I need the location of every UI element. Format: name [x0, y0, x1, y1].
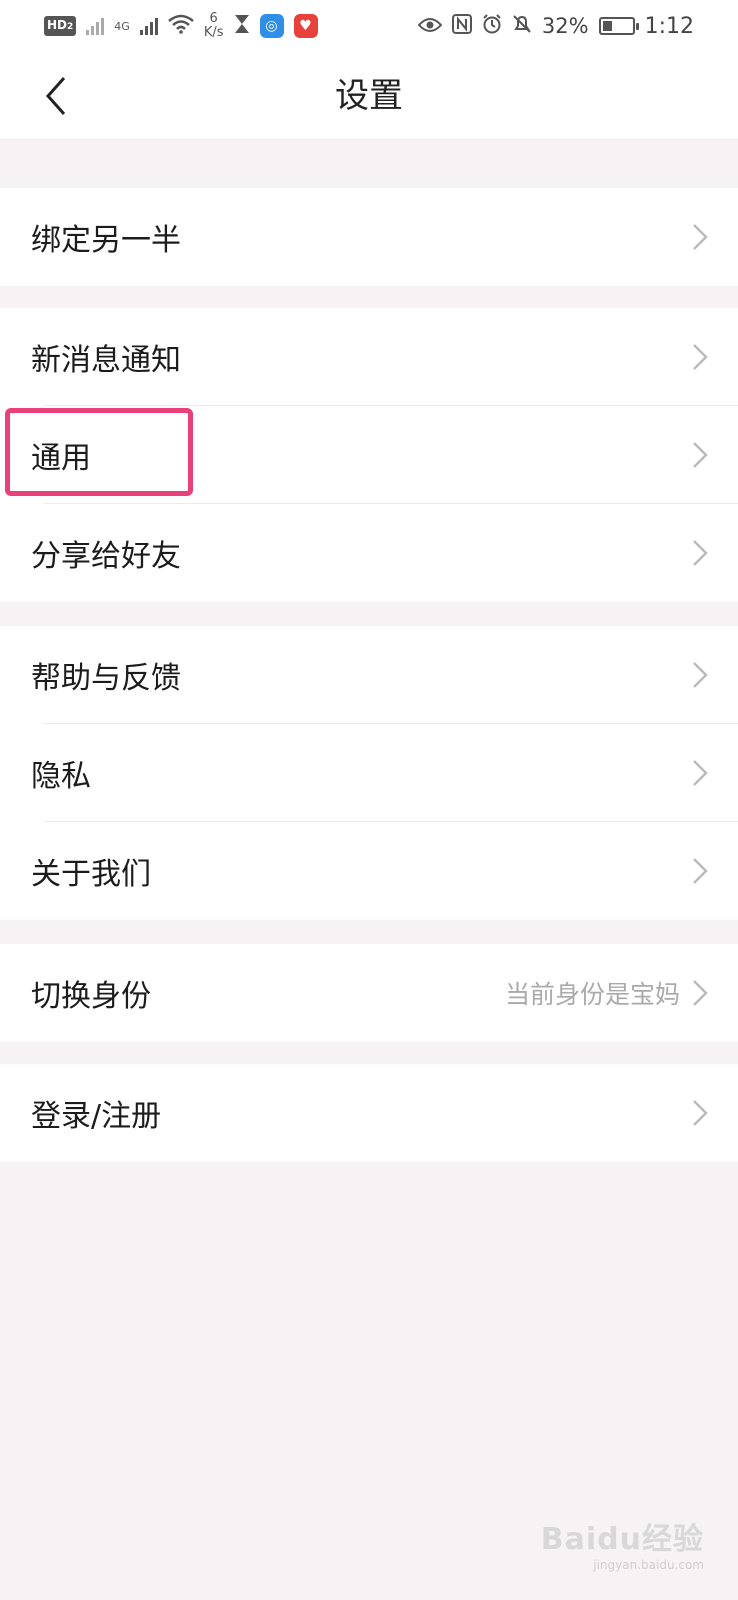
- settings-group-identity: 切换身份 当前身份是宝妈: [0, 944, 738, 1042]
- settings-row-help-feedback[interactable]: 帮助与反馈: [0, 626, 738, 724]
- row-label: 隐私: [31, 759, 91, 794]
- watermark-url: jingyan.baidu.com: [593, 1558, 704, 1572]
- chevron-right-icon: [692, 979, 708, 1007]
- clock: 1:12: [644, 13, 694, 39]
- row-label: 分享给好友: [31, 539, 181, 574]
- chevron-right-icon: [692, 223, 708, 251]
- settings-row-privacy[interactable]: 隐私: [0, 724, 738, 822]
- page-title: 设置: [335, 76, 403, 116]
- chevron-right-icon: [692, 759, 708, 787]
- baidu-watermark: Baidu经验 jingyan.baidu.com: [541, 1514, 704, 1572]
- battery-percent: 32%: [541, 14, 589, 38]
- settings-row-about[interactable]: 关于我们: [0, 822, 738, 920]
- settings-group-login: 登录/注册: [0, 1064, 738, 1162]
- alarm-icon: [482, 13, 502, 39]
- app-notification-icon: ◎: [259, 14, 284, 38]
- status-bar-left: HD2 4G 6 K/s ◎ ♥: [44, 12, 318, 40]
- settings-row-login-register[interactable]: 登录/注册: [0, 1064, 738, 1162]
- heart-app-icon: ♥: [293, 14, 318, 38]
- signal-bars-icon: [86, 17, 105, 35]
- row-label: 绑定另一半: [31, 223, 181, 258]
- battery-icon: [598, 17, 639, 35]
- row-label: 登录/注册: [31, 1099, 162, 1134]
- current-identity-value: 当前身份是宝妈: [504, 980, 680, 1009]
- hourglass-icon: [234, 14, 250, 39]
- eye-icon: [417, 14, 443, 38]
- settings-row-switch-identity[interactable]: 切换身份 当前身份是宝妈: [0, 944, 738, 1042]
- chevron-right-icon: [692, 539, 708, 567]
- watermark-logo: Baidu经验: [540, 1522, 704, 1557]
- hd-icon: HD2: [44, 16, 77, 36]
- chevron-right-icon: [692, 661, 708, 689]
- settings-row-bind-partner[interactable]: 绑定另一半: [0, 188, 738, 286]
- settings-row-general[interactable]: 通用: [0, 406, 738, 504]
- settings-group-partner: 绑定另一半: [0, 188, 738, 286]
- settings-row-notifications[interactable]: 新消息通知: [0, 308, 738, 406]
- settings-group-help: 帮助与反馈 隐私 关于我们: [0, 626, 738, 920]
- row-label: 帮助与反馈: [31, 661, 181, 696]
- settings-screen: HD2 4G 6 K/s ◎ ♥ 32% 1:12 设置 绑定另一半 新消息通知…: [0, 0, 738, 1600]
- row-label: 新消息通知: [31, 343, 181, 378]
- row-label: 切换身份: [31, 979, 151, 1014]
- signal-bars-icon: [139, 17, 158, 35]
- mute-bell-icon: [512, 14, 532, 39]
- network-speed: 6 K/s: [203, 11, 224, 40]
- status-bar: HD2 4G 6 K/s ◎ ♥ 32% 1:12: [0, 0, 738, 52]
- row-label: 关于我们: [31, 857, 151, 892]
- nav-header: 设置: [0, 52, 738, 140]
- status-bar-right: 32% 1:12: [417, 13, 694, 39]
- nfc-icon: [451, 13, 472, 39]
- row-label: 通用: [31, 441, 91, 476]
- settings-group-general: 新消息通知 通用 分享给好友: [0, 308, 738, 602]
- chevron-right-icon: [692, 1099, 708, 1127]
- chevron-right-icon: [692, 857, 708, 885]
- network-type-label: 4G: [114, 19, 130, 33]
- wifi-icon: [168, 14, 194, 39]
- chevron-right-icon: [692, 441, 708, 469]
- chevron-right-icon: [692, 343, 708, 371]
- settings-row-share[interactable]: 分享给好友: [0, 504, 738, 602]
